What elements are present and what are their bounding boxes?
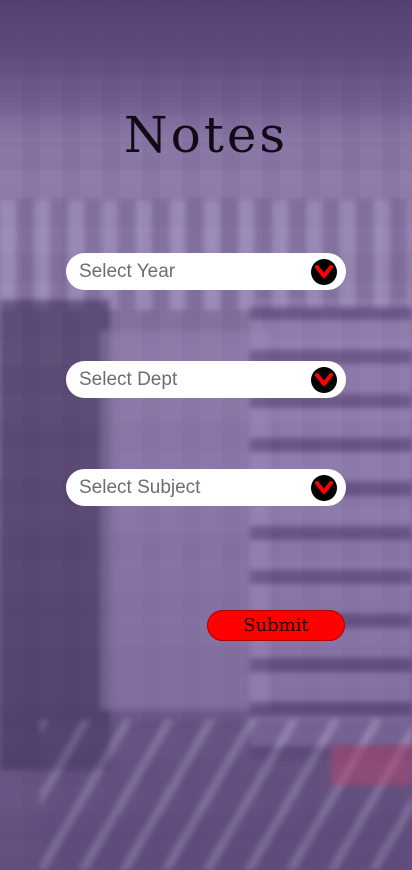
subject-select-label: Select Subject xyxy=(79,477,201,498)
year-select[interactable]: Select Year xyxy=(66,253,346,290)
chevron-down-icon[interactable] xyxy=(311,259,337,285)
background-sign xyxy=(330,745,412,785)
page-title: Notes xyxy=(123,106,289,164)
submit-button[interactable]: Submit xyxy=(207,610,345,641)
chevron-down-icon[interactable] xyxy=(311,475,337,501)
subject-select[interactable]: Select Subject xyxy=(66,469,346,506)
dept-select[interactable]: Select Dept xyxy=(66,361,346,398)
chevron-down-icon[interactable] xyxy=(311,367,337,393)
dept-select-label: Select Dept xyxy=(79,369,178,390)
notes-screen: Notes Select Year Select Dept Select Sub… xyxy=(0,0,412,870)
year-select-label: Select Year xyxy=(79,261,176,282)
background-floor xyxy=(40,720,412,870)
